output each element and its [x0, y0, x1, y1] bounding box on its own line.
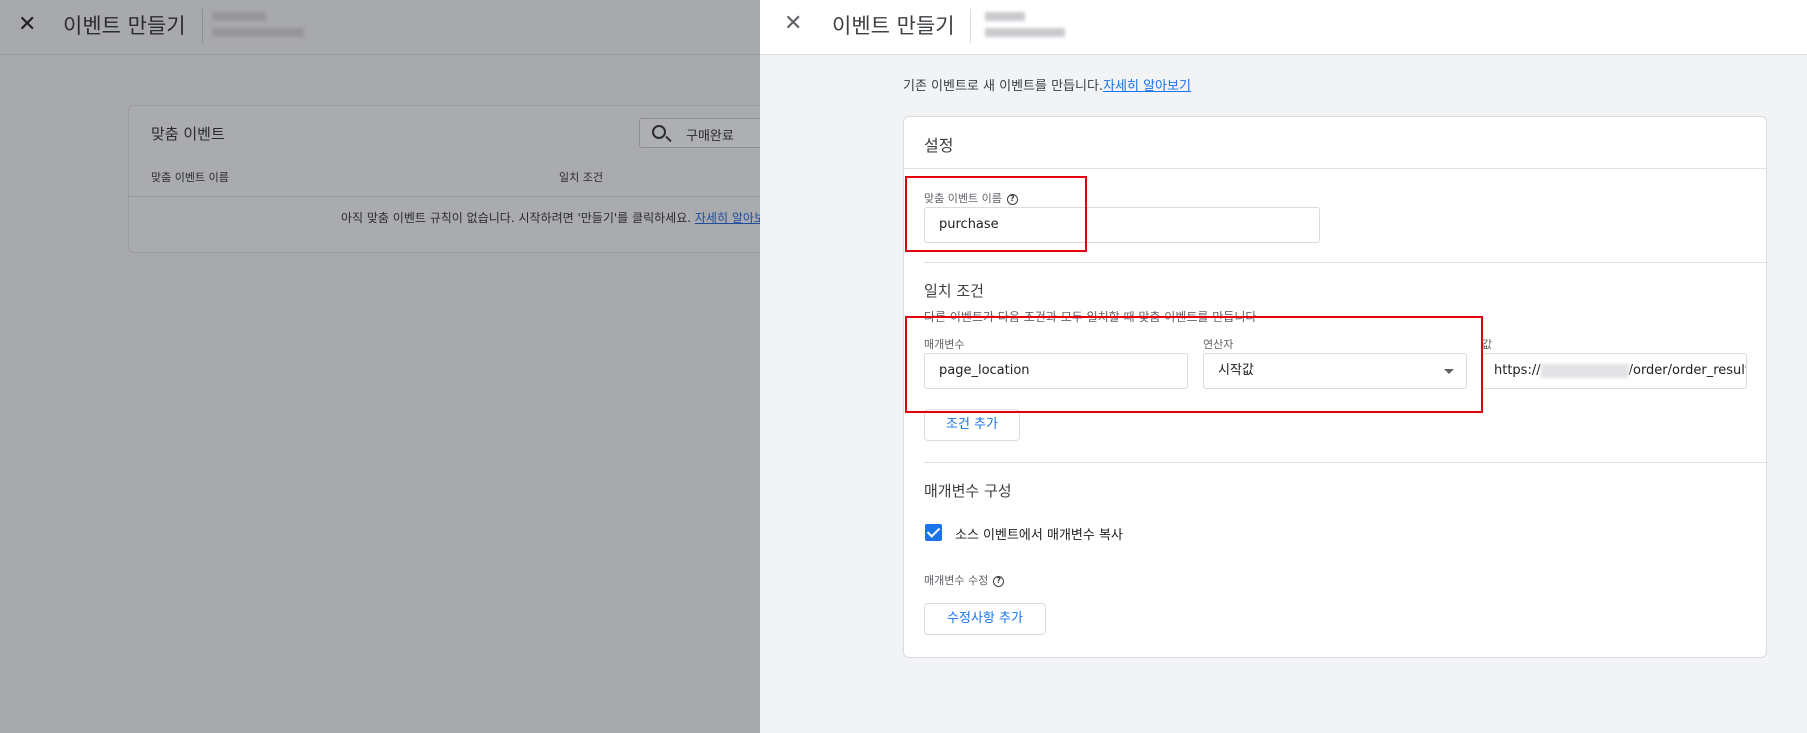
value-suffix: /order/order_result.ht — [1628, 363, 1746, 378]
add-modification-button[interactable]: 수정사항 추가 — [924, 603, 1046, 635]
redacted-property-name — [212, 12, 266, 21]
custom-event-name-label-text: 맞춤 이벤트 이름 — [924, 192, 1002, 205]
section-divider — [924, 262, 1768, 263]
empty-state-text: 아직 맞춤 이벤트 규칙이 없습니다. 시작하려면 '만들기'를 클릭하세요. … — [341, 209, 776, 226]
create-event-panel: ✕ 이벤트 만들기 기존 이벤트로 새 이벤트를 만듭니다.자세히 알아보기 설… — [760, 0, 1807, 733]
section-divider — [924, 462, 1768, 463]
operator-select[interactable]: 시작값 — [1203, 353, 1467, 389]
background-title: 이벤트 만들기 — [63, 14, 186, 38]
redacted-property-name — [985, 12, 1025, 21]
header-divider — [970, 9, 971, 43]
empty-message: 아직 맞춤 이벤트 규칙이 없습니다. 시작하려면 '만들기'를 클릭하세요. — [341, 211, 692, 225]
intro-message: 기존 이벤트로 새 이벤트를 만듭니다. — [903, 79, 1104, 94]
card-divider — [129, 196, 787, 197]
dropdown-arrow-icon — [1444, 369, 1454, 374]
custom-events-title: 맞춤 이벤트 — [151, 125, 225, 143]
search-value: 구매완료 — [686, 129, 734, 144]
panel-header: ✕ 이벤트 만들기 — [760, 0, 1807, 55]
redacted-domain — [1540, 363, 1629, 378]
modify-parameters-label-text: 매개변수 수정 — [924, 574, 989, 587]
help-icon[interactable]: ? — [1006, 193, 1018, 205]
custom-event-name-label: 맞춤 이벤트 이름? — [924, 190, 1018, 206]
custom-event-name-input[interactable]: purchase — [924, 207, 1320, 243]
copy-parameters-label: 소스 이벤트에서 매개변수 복사 — [955, 528, 1123, 543]
background-page: ✕ 이벤트 만들기 맞춤 이벤트 구매완료 맞춤 이벤트 이름 일치 조건 아직… — [0, 0, 799, 733]
copy-parameters-checkbox[interactable] — [925, 524, 942, 541]
intro-text: 기존 이벤트로 새 이벤트를 만듭니다.자세히 알아보기 — [903, 75, 1191, 94]
value-input[interactable]: https:// /order/order_result.ht — [1482, 353, 1747, 389]
search-icon — [652, 125, 666, 139]
redacted-property-id — [985, 28, 1065, 37]
match-conditions-description: 다른 이벤트가 다음 조건과 모두 일치할 때 맞춤 이벤트를 만듭니다 — [924, 310, 1257, 324]
close-icon[interactable]: ✕ — [18, 13, 36, 37]
help-icon[interactable]: ? — [993, 575, 1005, 587]
add-condition-button[interactable]: 조건 추가 — [924, 409, 1020, 441]
column-header-name: 맞춤 이벤트 이름 — [151, 171, 229, 184]
operator-value: 시작값 — [1218, 363, 1254, 378]
settings-card: 설정 맞춤 이벤트 이름? purchase 일치 조건 다른 이벤트가 다음 … — [903, 116, 1768, 658]
header-divider — [202, 9, 203, 43]
parameter-label: 매개변수 — [924, 338, 965, 351]
value-label: 값 — [1482, 338, 1493, 351]
learn-more-link[interactable]: 자세히 알아보기 — [1103, 79, 1191, 94]
operator-label: 연산자 — [1203, 338, 1234, 351]
match-conditions-title: 일치 조건 — [924, 282, 984, 300]
parameter-config-title: 매개변수 구성 — [924, 482, 1012, 500]
modify-parameters-label: 매개변수 수정? — [924, 572, 1005, 588]
close-icon[interactable]: ✕ — [784, 12, 802, 36]
column-header-condition: 일치 조건 — [559, 171, 603, 184]
redacted-property-id — [212, 28, 304, 37]
card-divider — [904, 168, 1766, 169]
settings-title: 설정 — [924, 136, 954, 155]
parameter-input[interactable]: page_location — [924, 353, 1188, 389]
panel-title: 이벤트 만들기 — [832, 14, 955, 38]
background-header: ✕ 이벤트 만들기 — [0, 0, 760, 55]
value-prefix: https:// — [1494, 363, 1541, 378]
custom-events-card: 맞춤 이벤트 구매완료 맞춤 이벤트 이름 일치 조건 아직 맞춤 이벤트 규칙… — [128, 105, 799, 253]
